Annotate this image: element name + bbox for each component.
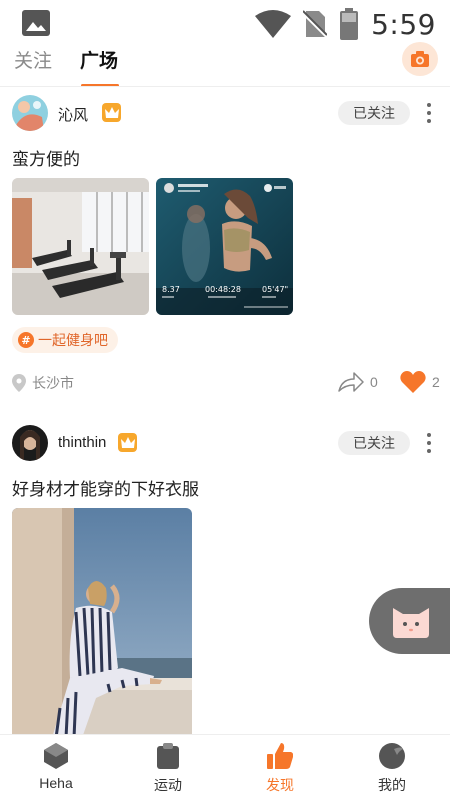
heart-icon	[400, 371, 426, 393]
tab-square[interactable]: 广场	[80, 46, 118, 73]
nav-item-discover[interactable]: 发现	[240, 743, 320, 795]
location-pin-icon	[12, 374, 26, 392]
more-options-icon[interactable]	[422, 101, 436, 125]
share-button[interactable]: 0	[338, 371, 378, 393]
top-tabs: 关注 广场	[0, 40, 450, 90]
username[interactable]: 沁风	[58, 104, 88, 125]
nav-label: 运动	[154, 777, 182, 793]
follow-button[interactable]: 已关注	[338, 431, 410, 455]
hashtag-icon: #	[18, 332, 34, 348]
avatar[interactable]	[12, 425, 48, 461]
nav-item-me[interactable]: 我的	[352, 743, 432, 795]
no-sim-icon	[303, 10, 328, 39]
nav-item-sport[interactable]: 运动	[128, 743, 208, 795]
topic-label: 一起健身吧	[38, 332, 108, 348]
share-count: 0	[370, 374, 378, 390]
feed-post: thinthin 已关注 好身材才能穿的下好衣服	[0, 425, 450, 738]
follow-button[interactable]: 已关注	[338, 101, 410, 125]
workout-distance: 8.37	[162, 285, 180, 294]
nav-label: 我的	[378, 777, 406, 793]
tabs-divider	[0, 86, 450, 87]
thumbs-up-icon	[267, 743, 293, 769]
nav-item-heha[interactable]: Heha	[16, 743, 96, 791]
battery-icon	[340, 8, 359, 40]
post-photo-fashion[interactable]	[12, 508, 192, 738]
camera-icon	[411, 51, 429, 67]
feed-post: 沁风 已关注 蛮方便的 8.37 00:48:28 05'47" # 一起健身吧…	[0, 95, 450, 405]
like-button[interactable]: 2	[400, 371, 440, 393]
image-notification-icon	[22, 10, 50, 36]
post-footer: 长沙市 0 2	[12, 371, 440, 397]
post-text: 好身材才能穿的下好衣服	[12, 480, 199, 499]
vip-crown-icon	[102, 103, 121, 122]
post-photo-running[interactable]: 8.37 00:48:28 05'47"	[156, 178, 293, 315]
vip-crown-icon	[118, 433, 137, 452]
like-count: 2	[432, 374, 440, 390]
bottom-nav: Heha 运动 发现 我的	[0, 734, 450, 800]
location[interactable]: 长沙市	[12, 373, 74, 393]
status-time: 5:59	[371, 7, 436, 41]
nav-label: 发现	[266, 777, 294, 793]
wifi-icon	[255, 10, 292, 38]
post-header: thinthin 已关注	[12, 425, 438, 463]
location-label: 长沙市	[32, 375, 74, 391]
nav-label: Heha	[39, 775, 73, 791]
workout-duration: 00:48:28	[205, 285, 241, 294]
camera-button[interactable]	[402, 42, 438, 76]
post-text: 蛮方便的	[12, 150, 80, 169]
more-options-icon[interactable]	[422, 431, 436, 455]
workout-pace: 05'47"	[262, 285, 288, 294]
cube-icon	[44, 743, 68, 769]
topic-tag[interactable]: # 一起健身吧	[12, 327, 118, 353]
cat-face-icon	[393, 608, 429, 638]
share-icon	[338, 372, 364, 392]
tab-follow[interactable]: 关注	[14, 46, 52, 73]
floating-assistant-button[interactable]	[369, 588, 450, 654]
avatar[interactable]	[12, 95, 48, 131]
post-photo-treadmills[interactable]	[12, 178, 149, 315]
clipboard-icon	[157, 743, 179, 769]
post-header: 沁风 已关注	[12, 95, 438, 133]
username[interactable]: thinthin	[58, 434, 106, 451]
profile-icon	[379, 743, 405, 769]
